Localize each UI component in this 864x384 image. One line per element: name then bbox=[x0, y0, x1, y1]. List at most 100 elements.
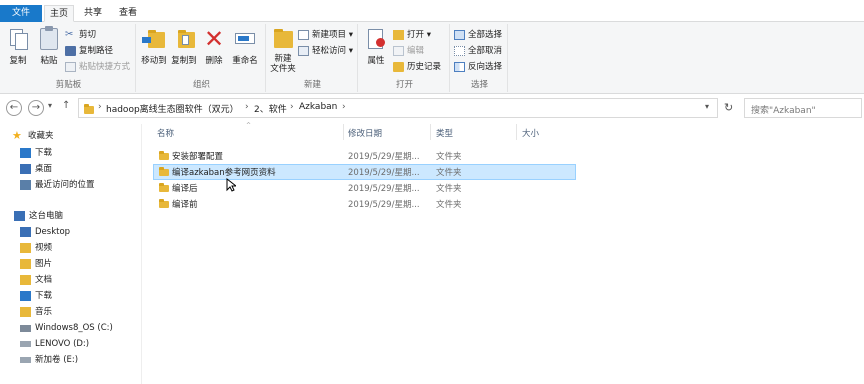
ribbon: 复制 粘贴 ✂ 剪切 复制路径 粘贴快捷方式 剪贴板 移动到 复制到 ✕ 删除 … bbox=[0, 22, 864, 94]
copy-path-button[interactable]: 复制路径 bbox=[65, 44, 113, 58]
sidebar-label: 下载 bbox=[35, 291, 53, 301]
downloads-icon bbox=[20, 291, 31, 301]
file-type: 文件夹 bbox=[436, 152, 462, 162]
breadcrumb-azkaban[interactable]: Azkaban bbox=[299, 102, 337, 112]
sidebar-label: 文档 bbox=[35, 275, 53, 285]
tab-share[interactable]: 共享 bbox=[78, 5, 108, 22]
copy-path-icon bbox=[65, 46, 76, 56]
copy-to-button[interactable]: 复制到 bbox=[170, 26, 198, 66]
delete-label: 删除 bbox=[205, 56, 223, 66]
recent-places-icon bbox=[20, 180, 31, 190]
history-icon bbox=[393, 62, 404, 72]
sidebar-label: 最近访问的位置 bbox=[35, 180, 95, 190]
invert-selection-button[interactable]: 反向选择 bbox=[454, 60, 502, 74]
file-type: 文件夹 bbox=[436, 200, 462, 210]
column-date[interactable]: 修改日期 bbox=[348, 127, 382, 139]
refresh-icon[interactable]: ↻ bbox=[724, 101, 733, 114]
select-none-icon bbox=[454, 46, 465, 56]
breadcrumb-hadoop[interactable]: hadoop离线生态圈软件（双元） bbox=[106, 102, 239, 115]
paste-button[interactable]: 粘贴 bbox=[35, 26, 63, 66]
new-folder-button[interactable]: 新建 文件夹 bbox=[269, 26, 297, 74]
organize-group-label: 组织 bbox=[192, 80, 210, 90]
clipboard-group: 复制 粘贴 ✂ 剪切 复制路径 粘贴快捷方式 剪贴板 bbox=[2, 24, 136, 92]
select-group-label: 选择 bbox=[470, 80, 488, 90]
file-row[interactable]: 编译后 2019/5/29/星期... 文件夹 bbox=[153, 180, 576, 196]
documents-icon bbox=[20, 275, 31, 285]
breadcrumb-separator-icon: › bbox=[290, 102, 294, 112]
history-button[interactable]: 历史记录 bbox=[393, 60, 441, 74]
column-size[interactable]: 大小 bbox=[522, 127, 539, 139]
search-input[interactable]: 搜索"Azkaban" bbox=[751, 103, 816, 116]
mouse-cursor-icon bbox=[226, 178, 236, 192]
copy-path-label: 复制路径 bbox=[79, 46, 114, 56]
file-date: 2019/5/29/星期... bbox=[348, 168, 420, 178]
up-arrow-icon[interactable]: ↑ bbox=[62, 100, 70, 111]
delete-button[interactable]: ✕ 删除 bbox=[202, 26, 226, 66]
new-group-label: 新建 bbox=[303, 80, 321, 90]
history-label: 历史记录 bbox=[407, 62, 442, 72]
select-group: 全部选择 全部取消 反向选择 选择 bbox=[452, 24, 508, 92]
folder-icon bbox=[159, 167, 169, 176]
tab-view[interactable]: 查看 bbox=[112, 5, 144, 22]
rename-label: 重命名 bbox=[232, 56, 258, 66]
easy-access-label: 轻松访问 ▾ bbox=[312, 46, 353, 56]
properties-button[interactable]: 属性 bbox=[363, 26, 389, 66]
file-row[interactable]: 编译前 2019/5/29/星期... 文件夹 bbox=[153, 196, 576, 212]
address-dropdown-chevron-icon[interactable]: ▾ bbox=[705, 102, 709, 111]
select-none-label: 全部取消 bbox=[468, 46, 503, 56]
cut-button[interactable]: ✂ 剪切 bbox=[65, 28, 96, 42]
edit-button[interactable]: 编辑 bbox=[393, 44, 424, 58]
column-type[interactable]: 类型 bbox=[436, 127, 453, 139]
file-row-selected[interactable]: 编译azkaban参考网页资料 2019/5/29/星期... 文件夹 bbox=[153, 164, 576, 180]
forward-button[interactable]: → bbox=[28, 100, 44, 116]
organize-group: 移动到 复制到 ✕ 删除 重命名 组织 bbox=[138, 24, 266, 92]
column-divider[interactable] bbox=[516, 124, 517, 140]
tab-file[interactable]: 文件 bbox=[0, 5, 42, 22]
music-icon bbox=[20, 307, 31, 317]
sidebar-label: 下载 bbox=[35, 148, 53, 158]
select-none-button[interactable]: 全部取消 bbox=[454, 44, 502, 58]
navigation-bar: ← → ▾ ↑ › hadoop离线生态圈软件（双元） › 2、软件 › Azk… bbox=[0, 97, 864, 121]
paste-shortcut-icon bbox=[65, 62, 76, 72]
pictures-icon bbox=[20, 259, 31, 269]
sidebar-label: 图片 bbox=[35, 259, 53, 269]
column-divider[interactable] bbox=[430, 124, 431, 140]
move-to-button[interactable]: 移动到 bbox=[140, 26, 168, 66]
file-date: 2019/5/29/星期... bbox=[348, 200, 420, 210]
breadcrumb-software[interactable]: 2、软件 bbox=[254, 102, 287, 115]
select-all-button[interactable]: 全部选择 bbox=[454, 28, 502, 42]
file-date: 2019/5/29/星期... bbox=[348, 184, 420, 194]
folder-icon bbox=[159, 183, 169, 192]
column-divider[interactable] bbox=[343, 124, 344, 140]
easy-access-button[interactable]: 轻松访问 ▾ bbox=[298, 44, 353, 58]
copy-button[interactable]: 复制 bbox=[4, 26, 32, 66]
column-name[interactable]: 名称 bbox=[157, 127, 174, 139]
sidebar-label: 收藏夹 bbox=[28, 131, 54, 141]
sidebar-label: 音乐 bbox=[35, 307, 53, 317]
file-row[interactable]: 安装部署配置 2019/5/29/星期... 文件夹 bbox=[153, 148, 576, 164]
rename-button[interactable]: 重命名 bbox=[230, 26, 260, 66]
new-folder-label: 新建 文件夹 bbox=[270, 54, 296, 74]
rename-icon bbox=[233, 26, 257, 52]
computer-icon bbox=[14, 211, 25, 221]
search-box[interactable]: 搜索"Azkaban" bbox=[744, 98, 862, 118]
breadcrumb-separator-icon: › bbox=[245, 102, 249, 112]
back-button[interactable]: ← bbox=[6, 100, 22, 116]
paste-shortcut-label: 粘贴快捷方式 bbox=[79, 62, 131, 72]
open-icon bbox=[393, 30, 404, 40]
sidebar-label: 视频 bbox=[35, 243, 53, 253]
new-item-button[interactable]: 新建项目 ▾ bbox=[298, 28, 353, 42]
tab-home[interactable]: 主页 bbox=[44, 5, 74, 22]
move-to-label: 移动到 bbox=[141, 56, 167, 66]
copy-label: 复制 bbox=[9, 56, 27, 66]
drive-icon bbox=[20, 325, 31, 332]
forward-arrow-icon: → bbox=[31, 102, 41, 113]
address-bar[interactable]: › hadoop离线生态圈软件（双元） › 2、软件 › Azkaban › ▾ bbox=[78, 98, 718, 118]
file-name: 编译后 bbox=[172, 184, 198, 194]
recent-locations-chevron-icon[interactable]: ▾ bbox=[48, 101, 52, 110]
paste-shortcut-button[interactable]: 粘贴快捷方式 bbox=[65, 60, 130, 74]
invert-selection-icon bbox=[454, 62, 465, 72]
folder-icon bbox=[159, 199, 169, 208]
open-button[interactable]: 打开 ▾ bbox=[393, 28, 431, 42]
move-to-icon bbox=[142, 26, 166, 52]
